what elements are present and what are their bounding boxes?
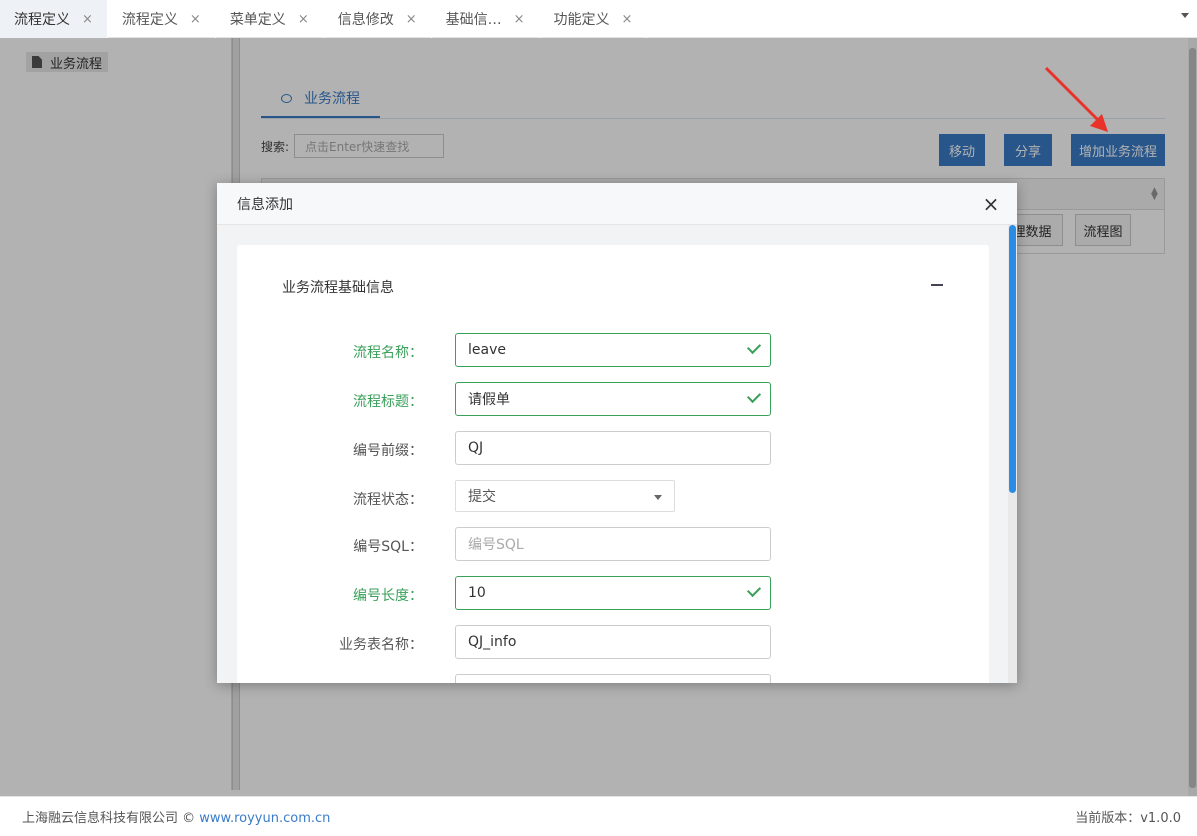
tab-dropdown-icon[interactable] bbox=[1181, 13, 1189, 18]
check-icon bbox=[746, 388, 762, 404]
tab-process-definition-1[interactable]: 流程定义 × bbox=[0, 0, 108, 38]
chevron-down-icon bbox=[654, 495, 662, 500]
input-value: 10 bbox=[468, 585, 486, 601]
input-value: QJ_info bbox=[468, 634, 517, 650]
close-icon[interactable]: × bbox=[514, 12, 525, 27]
collapse-icon[interactable] bbox=[931, 284, 943, 286]
close-icon[interactable]: × bbox=[981, 194, 1001, 214]
modal-scrollbar-thumb[interactable] bbox=[1009, 225, 1016, 493]
close-icon[interactable]: × bbox=[406, 12, 417, 27]
number-prefix-input[interactable]: QJ bbox=[455, 431, 771, 465]
close-icon[interactable]: × bbox=[190, 12, 201, 27]
modal-header: 信息添加 × bbox=[217, 183, 1017, 225]
check-icon bbox=[746, 339, 762, 355]
red-arrow-annotation bbox=[1044, 66, 1108, 132]
process-name-label: 流程名称： bbox=[353, 345, 423, 361]
tab-label: 功能定义 bbox=[553, 12, 610, 28]
info-add-modal: 信息添加 × 业务流程基础信息 流程名称： leave 流程标题： 请假单 编号… bbox=[217, 183, 1017, 683]
input-value: leave bbox=[468, 342, 506, 358]
number-prefix-label: 编号前缀： bbox=[353, 443, 423, 459]
tab-process-definition-2[interactable]: 流程定义 × bbox=[108, 0, 216, 38]
input-value: QJ bbox=[468, 440, 484, 456]
tab-basic-info[interactable]: 基础信… × bbox=[432, 0, 540, 38]
business-table-name-input[interactable]: QJ_info bbox=[455, 625, 771, 659]
modal-title: 信息添加 bbox=[237, 196, 293, 213]
process-name-input[interactable]: leave bbox=[455, 333, 771, 367]
tab-menu-definition[interactable]: 菜单定义 × bbox=[216, 0, 324, 38]
section-title: 业务流程基础信息 bbox=[282, 280, 394, 296]
company-website-link[interactable]: www.royyun.com.cn bbox=[199, 811, 330, 826]
tab-label: 流程定义 bbox=[14, 12, 70, 28]
tab-label: 流程定义 bbox=[121, 12, 178, 28]
process-status-label: 流程状态： bbox=[353, 492, 423, 508]
close-icon[interactable]: × bbox=[82, 12, 93, 27]
number-sql-label: 编号SQL： bbox=[353, 539, 423, 555]
business-table-name-label: 业务表名称： bbox=[339, 637, 423, 653]
tab-label: 菜单定义 bbox=[229, 12, 286, 28]
tab-function-definition[interactable]: 功能定义 × bbox=[540, 0, 648, 38]
next-field-input[interactable] bbox=[455, 674, 771, 683]
tab-info-edit[interactable]: 信息修改 × bbox=[324, 0, 432, 38]
number-length-input[interactable]: 10 bbox=[455, 576, 771, 610]
process-status-select[interactable]: 提交 bbox=[455, 480, 675, 512]
input-placeholder: 编号SQL bbox=[468, 537, 524, 553]
input-value: 请假单 bbox=[468, 392, 510, 408]
tab-label: 信息修改 bbox=[337, 12, 394, 28]
footer: 上海融云信息科技有限公司 © www.royyun.com.cn 当前版本：v1… bbox=[0, 796, 1197, 836]
process-title-label: 流程标题： bbox=[353, 394, 423, 410]
tab-label: 基础信… bbox=[445, 12, 502, 28]
process-title-input[interactable]: 请假单 bbox=[455, 382, 771, 416]
close-icon[interactable]: × bbox=[298, 12, 309, 27]
select-value: 提交 bbox=[468, 489, 496, 505]
company-name: 上海融云信息科技有限公司 © bbox=[22, 811, 200, 826]
modal-form-panel: 业务流程基础信息 流程名称： leave 流程标题： 请假单 编号前缀： QJ … bbox=[237, 245, 989, 683]
close-icon[interactable]: × bbox=[622, 12, 633, 27]
number-length-label: 编号长度： bbox=[353, 588, 423, 604]
version-label: 当前版本：v1.0.0 bbox=[1075, 811, 1181, 826]
number-sql-input[interactable]: 编号SQL bbox=[455, 527, 771, 561]
check-icon bbox=[746, 582, 762, 598]
tab-bar: 流程定义 × 流程定义 × 菜单定义 × 信息修改 × 基础信… × 功能定义 … bbox=[0, 0, 1197, 38]
footer-company: 上海融云信息科技有限公司 © www.royyun.com.cn bbox=[22, 807, 330, 826]
